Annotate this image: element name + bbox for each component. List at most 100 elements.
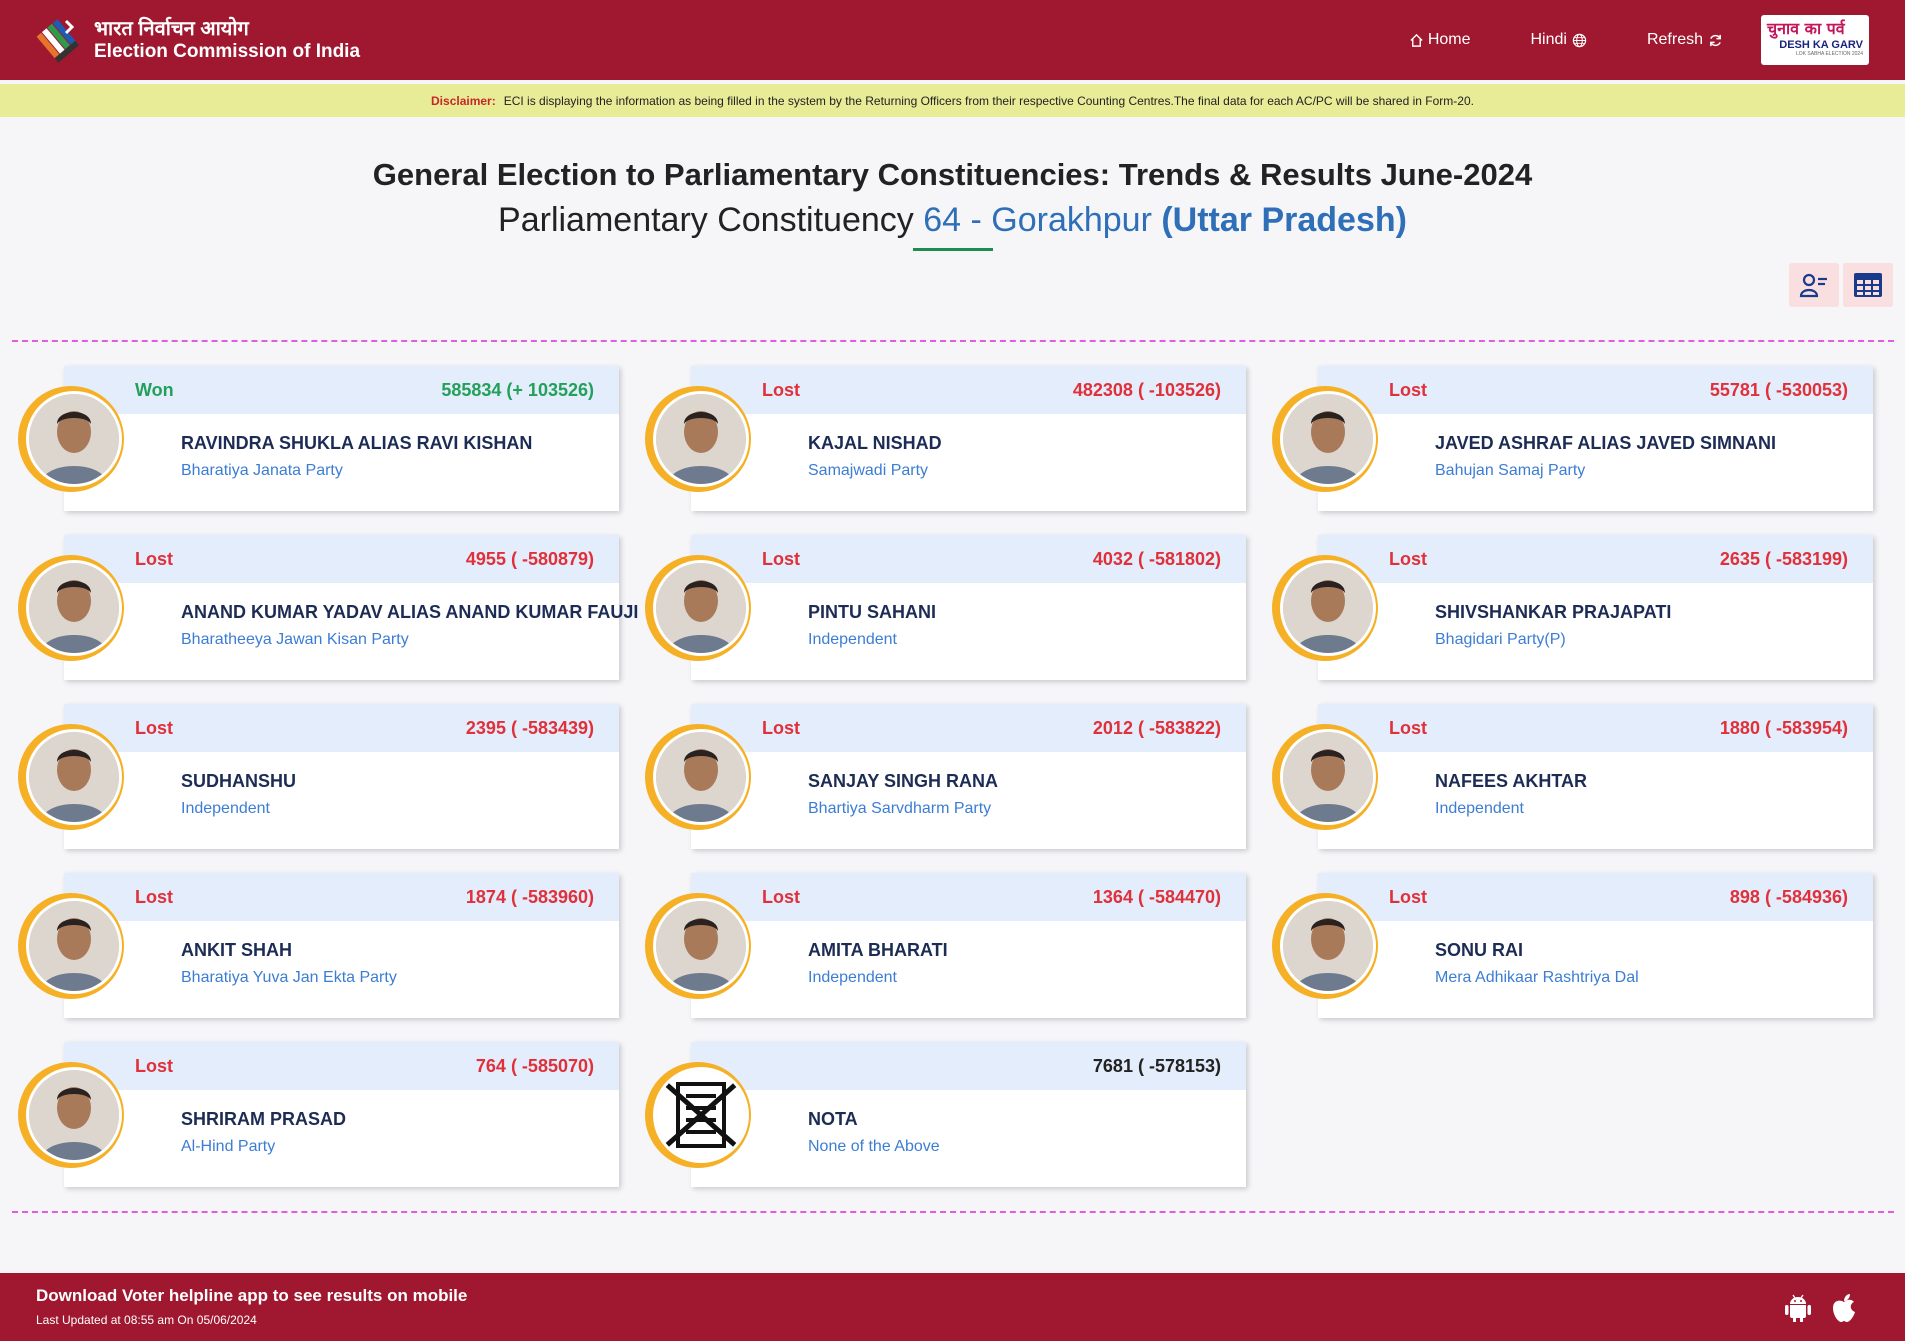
divider-top	[12, 340, 1894, 342]
candidate-card[interactable]: Lost 4955 ( -580879) ANAND KUMAR YADAV ALI…	[18, 535, 638, 680]
footer-updated-text: Last Updated at 08:55 am On 05/06/2024	[36, 1313, 257, 1327]
title-underline	[913, 248, 993, 251]
footer: Download Voter helpline app to see resul…	[0, 1273, 1905, 1341]
android-icon[interactable]	[1783, 1293, 1813, 1323]
result-status: Lost	[762, 380, 800, 400]
candidate-card-header: Lost 2395 ( -583439)	[64, 704, 619, 752]
party-name: Bharatiya Yuva Jan Ekta Party	[181, 969, 397, 986]
candidate-card[interactable]: Lost 1874 ( -583960) ANKIT SHAH Bharatiya Y…	[18, 873, 619, 1018]
candidate-card[interactable]: 7681 ( -578153) NOTA None of the Above	[645, 1042, 1246, 1187]
candidate-card-body: Lost 4032 ( -581802) PINTU SAHANI Independe…	[691, 535, 1246, 680]
candidate-card[interactable]: Lost 1364 ( -584470) AMITA BHARATI Independ…	[645, 873, 1246, 1018]
candidate-card[interactable]: Lost 2012 ( -583822) SANJAY SINGH RANA Bhar…	[645, 704, 1246, 849]
vote-count: 482308 ( -103526)	[1072, 380, 1221, 400]
candidate-card-header: Lost 2635 ( -583199)	[1318, 535, 1873, 583]
party-name: Independent	[808, 969, 897, 986]
candidate-name: RAVINDRA SHUKLA ALIAS RAVI KISHAN	[181, 433, 533, 453]
table-icon	[1854, 273, 1882, 297]
eci-brand[interactable]: भारत निर्वाचन आयोग Election Commission o…	[34, 15, 360, 65]
candidate-card[interactable]: Lost 2395 ( -583439) SUDHANSHU Independent	[18, 704, 619, 849]
candidate-name: PINTU SAHANI	[808, 602, 937, 622]
candidate-card[interactable]: Won 585834 (+ 103526) RAVINDRA SHUKLA ALIA…	[18, 366, 619, 511]
apple-icon[interactable]	[1830, 1293, 1858, 1323]
candidate-card-body: Lost 898 ( -584936) SONU RAI Mera Adhikaar …	[1318, 873, 1873, 1018]
candidate-photo	[26, 898, 122, 994]
candidate-card-header: Lost 2012 ( -583822)	[691, 704, 1246, 752]
party-name: Bharatiya Janata Party	[181, 462, 343, 479]
badge-sub-text: LOK SABHA ELECTION 2024	[1796, 51, 1863, 57]
constituency-prefix: Parliamentary Constituency	[498, 201, 914, 239]
vote-count: 2635 ( -583199)	[1719, 549, 1848, 569]
candidate-name: NAFEES AKHTAR	[1435, 771, 1587, 791]
candidate-photo-icon	[1283, 563, 1373, 653]
chunav-ka-parv-logo: चुनाव का पर्व DESH KA GARV LOK SABHA ELE…	[1761, 15, 1869, 65]
candidate-card-body: Lost 55781 ( -530053) JAVED ASHRAF ALIAS J…	[1318, 366, 1873, 511]
party-name: Independent	[808, 631, 897, 648]
disclaimer-label: Disclaimer:	[431, 93, 496, 108]
candidate-name: SANJAY SINGH RANA	[808, 771, 999, 791]
candidate-name: AMITA BHARATI	[808, 940, 948, 960]
candidate-photo-icon	[656, 563, 746, 653]
vote-count: 2395 ( -583439)	[465, 718, 594, 738]
candidate-card[interactable]: Lost 4032 ( -581802) PINTU SAHANI Independe…	[645, 535, 1246, 680]
divider-bottom	[12, 1211, 1894, 1213]
candidate-name: KAJAL NISHAD	[808, 433, 942, 453]
candidate-card-header: Lost 482308 ( -103526)	[691, 366, 1246, 414]
candidate-photo-icon	[29, 1070, 119, 1160]
candidate-photo-icon	[29, 563, 119, 653]
candidate-name: ANKIT SHAH	[181, 940, 292, 960]
candidate-photo-icon	[29, 394, 119, 484]
candidate-card[interactable]: Lost 55781 ( -530053) JAVED ASHRAF ALIAS J…	[1272, 366, 1873, 511]
party-name: Bhagidari Party(P)	[1435, 631, 1566, 648]
vote-count: 4955 ( -580879)	[465, 549, 594, 569]
candidate-photo-icon	[1283, 732, 1373, 822]
result-status: Lost	[135, 887, 173, 907]
candidate-card-body: Lost 1364 ( -584470) AMITA BHARATI Independ…	[691, 873, 1246, 1018]
vote-count: 1874 ( -583960)	[465, 887, 594, 907]
result-status: Lost	[1389, 380, 1427, 400]
top-nav: Home Hindi Refresh चुनाव का पर्व DESH KA…	[1409, 0, 1869, 80]
vote-count: 2012 ( -583822)	[1092, 718, 1221, 738]
candidate-view-button[interactable]	[1789, 263, 1839, 307]
result-status: Lost	[1389, 549, 1427, 569]
nav-home[interactable]: Home	[1409, 31, 1471, 49]
candidate-photo-icon	[29, 732, 119, 822]
result-status: Lost	[762, 718, 800, 738]
candidate-card[interactable]: Lost 2635 ( -583199) SHIVSHANKAR PRAJAPATI…	[1272, 535, 1873, 680]
state-name: (Uttar Pradesh)	[1161, 201, 1407, 239]
party-name: Bharatheeya Jawan Kisan Party	[181, 631, 409, 648]
candidate-photo-icon	[656, 732, 746, 822]
party-name: Independent	[181, 800, 270, 817]
result-status: Won	[135, 380, 174, 400]
candidate-card-body: 7681 ( -578153) NOTA None of the Above	[691, 1042, 1246, 1187]
candidate-card[interactable]: Lost 1880 ( -583954) NAFEES AKHTAR Independ…	[1272, 704, 1873, 849]
constituency-name: 64 - Gorakhpur	[923, 201, 1152, 239]
vote-count: 764 ( -585070)	[475, 1056, 594, 1076]
candidate-card[interactable]: Lost 764 ( -585070) SHRIRAM PRASAD Al-Hind …	[18, 1042, 619, 1187]
result-status: Lost	[762, 887, 800, 907]
result-status: Lost	[1389, 887, 1427, 907]
candidate-card-header: Lost 4032 ( -581802)	[691, 535, 1246, 583]
constituency-title: Parliamentary Constituency 64 - Gorakhpu…	[0, 201, 1905, 240]
candidate-card[interactable]: Lost 898 ( -584936) SONU RAI Mera Adhikaar …	[1272, 873, 1873, 1018]
candidate-photo	[26, 391, 122, 487]
result-status: Lost	[135, 1056, 173, 1076]
disclaimer-text: ECI is displaying the information as bei…	[503, 93, 1474, 108]
nav-hindi[interactable]: Hindi	[1531, 31, 1587, 49]
candidate-card-body: Lost 2395 ( -583439) SUDHANSHU Independent	[64, 704, 619, 849]
candidate-name: NOTA	[808, 1109, 858, 1129]
user-list-icon	[1799, 273, 1827, 298]
vote-count: 4032 ( -581802)	[1092, 549, 1221, 569]
party-name: Al-Hind Party	[181, 1138, 276, 1155]
vote-count: 7681 ( -578153)	[1092, 1056, 1221, 1076]
table-view-button[interactable]	[1843, 263, 1893, 307]
candidate-photo	[26, 1067, 122, 1163]
result-status: Lost	[1389, 718, 1427, 738]
candidate-photo	[1280, 898, 1376, 994]
footer-download-text: Download Voter helpline app to see resul…	[36, 1286, 468, 1305]
candidate-card-body: Lost 764 ( -585070) SHRIRAM PRASAD Al-Hind …	[64, 1042, 619, 1187]
candidate-card[interactable]: Lost 482308 ( -103526) KAJAL NISHAD Samajwa…	[645, 366, 1246, 511]
home-icon	[1410, 33, 1423, 47]
nav-refresh[interactable]: Refresh	[1647, 31, 1723, 49]
candidate-photo	[653, 391, 749, 487]
